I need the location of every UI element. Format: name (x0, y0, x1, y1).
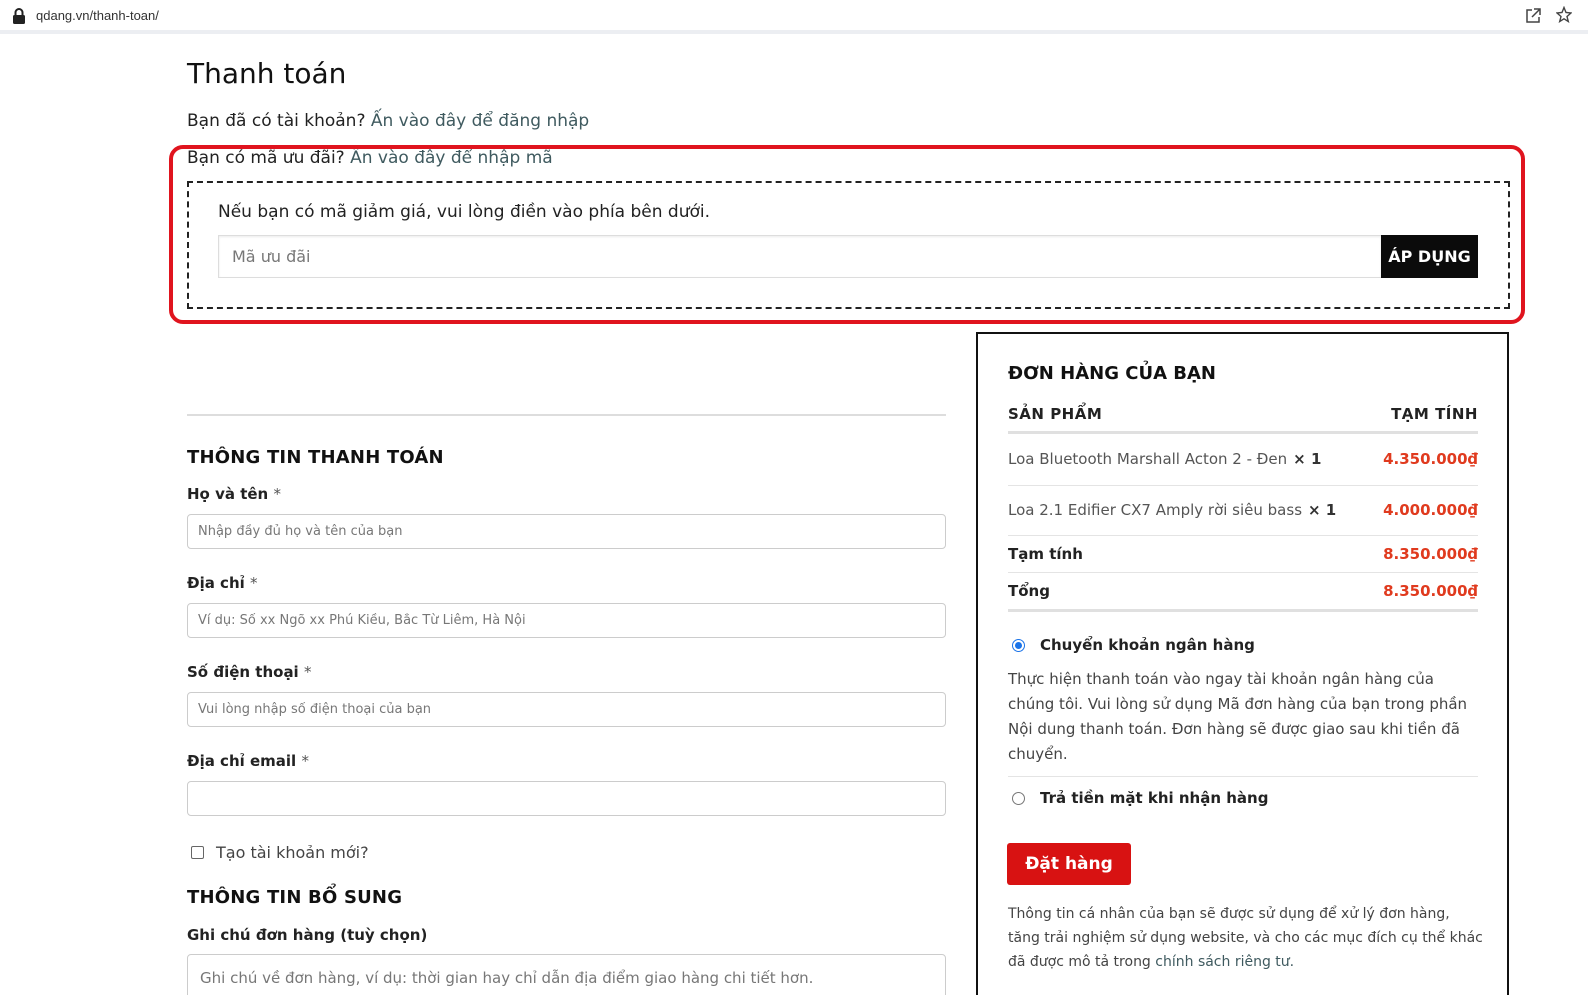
login-notice-text: Bạn đã có tài khoản? (187, 111, 366, 131)
row-divider (1008, 572, 1478, 573)
login-link[interactable]: Ấn vào đây để đăng nhập (371, 111, 589, 131)
total-value: 8.350.000₫ (1383, 582, 1478, 600)
full-name-label: Họ và tên * (187, 485, 281, 503)
item-qty: × 1 (1293, 450, 1322, 468)
order-notes-field[interactable] (187, 954, 946, 995)
subtotal-value: 8.350.000₫ (1383, 545, 1478, 563)
full-name-label-text: Họ và tên (187, 485, 269, 503)
apply-coupon-button[interactable]: ÁP DỤNG (1381, 235, 1478, 278)
item-qty: × 1 (1308, 501, 1337, 519)
bookmark-star-icon[interactable] (1556, 6, 1572, 23)
coupon-code-input[interactable] (218, 235, 1381, 278)
bank-transfer-label[interactable]: Chuyển khoản ngân hàng (1040, 636, 1255, 654)
full-name-field[interactable] (187, 514, 946, 549)
item-name-text: Loa Bluetooth Marshall Acton 2 - Đen (1008, 450, 1288, 468)
order-notes-label: Ghi chú đơn hàng (tuỳ chọn) (187, 926, 428, 944)
order-item-name: Loa 2.1 Edifier CX7 Amply rời siêu bass ×… (1008, 501, 1336, 519)
privacy-policy-link[interactable]: chính sách riêng tư. (1155, 954, 1294, 970)
header-divider (1008, 431, 1478, 434)
email-label: Địa chỉ email * (187, 752, 309, 770)
create-account-label[interactable]: Tạo tài khoản mới? (216, 843, 369, 862)
section-divider (187, 414, 946, 416)
url-text[interactable]: qdang.vn/thanh-toan/ (36, 8, 159, 23)
bank-transfer-radio[interactable] (1012, 639, 1025, 652)
total-divider (1008, 609, 1478, 612)
coupon-hint: Nếu bạn có mã giảm giá, vui lòng điền và… (218, 202, 711, 222)
required-mark: * (303, 663, 312, 681)
order-item-name: Loa Bluetooth Marshall Acton 2 - Đen × 1 (1008, 450, 1321, 468)
total-label: Tổng (1008, 582, 1050, 600)
phone-label-text: Số điện thoại (187, 663, 299, 681)
payment-divider (1008, 776, 1478, 777)
cash-on-delivery-radio[interactable] (1012, 792, 1025, 805)
product-column-header: SẢN PHẨM (1008, 405, 1103, 423)
subtotal-label: Tạm tính (1008, 545, 1083, 563)
login-notice: Bạn đã có tài khoản? Ấn vào đây để đăng … (187, 111, 589, 131)
phone-label: Số điện thoại * (187, 663, 311, 681)
order-item-price: 4.350.000₫ (1383, 450, 1478, 468)
subtotal-column-header: TẠM TÍNH (1391, 405, 1478, 423)
privacy-notice: Thông tin cá nhân của bạn sẽ được sử dụn… (1008, 902, 1483, 974)
item-name-text: Loa 2.1 Edifier CX7 Amply rời siêu bass (1008, 501, 1303, 519)
browser-address-bar: qdang.vn/thanh-toan/ (0, 0, 1588, 34)
phone-field[interactable] (187, 692, 946, 727)
lock-icon (13, 8, 25, 24)
place-order-button[interactable]: Đặt hàng (1007, 843, 1131, 885)
address-label: Địa chỉ * (187, 574, 258, 592)
create-account-checkbox[interactable] (191, 846, 204, 859)
email-label-text: Địa chỉ email (187, 752, 297, 770)
bank-transfer-description: Thực hiện thanh toán vào ngay tài khoản … (1008, 670, 1468, 763)
billing-section-title: THÔNG TIN THANH TOÁN (187, 447, 444, 468)
cash-on-delivery-label[interactable]: Trả tiền mặt khi nhận hàng (1040, 789, 1268, 807)
order-item-price: 4.000.000₫ (1383, 501, 1478, 519)
row-divider (1008, 485, 1478, 486)
address-label-text: Địa chỉ (187, 574, 245, 592)
share-icon[interactable] (1525, 7, 1542, 24)
address-field[interactable] (187, 603, 946, 638)
additional-section-title: THÔNG TIN BỔ SUNG (187, 887, 403, 908)
email-field[interactable] (187, 781, 946, 816)
order-summary-title: ĐƠN HÀNG CỦA BẠN (1008, 363, 1216, 384)
required-mark: * (273, 485, 281, 503)
required-mark: * (301, 752, 309, 770)
required-mark: * (250, 574, 258, 592)
page-title: Thanh toán (187, 57, 347, 90)
row-divider (1008, 535, 1478, 536)
